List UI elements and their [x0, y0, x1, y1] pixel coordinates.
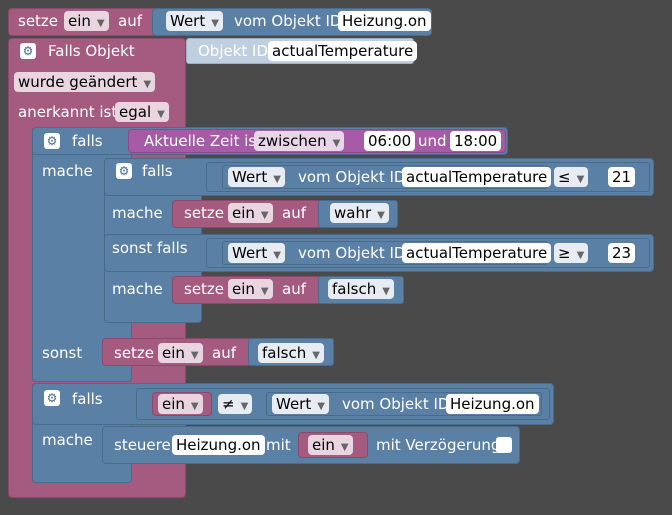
- chevron-down-icon: ▼: [211, 18, 219, 29]
- object-id-field[interactable]: actualTemperature: [402, 243, 552, 263]
- falls-label: falls: [72, 390, 103, 408]
- variable-dropdown[interactable]: ein ▼: [228, 279, 273, 299]
- number-field-23[interactable]: 23: [608, 243, 636, 263]
- chevron-down-icon: ▼: [143, 79, 152, 90]
- sonst-falls-label: sonst falls: [112, 239, 188, 257]
- ack-dropdown[interactable]: egal ▼: [115, 102, 169, 122]
- mit-label: mit: [266, 436, 291, 454]
- sonst-label: sonst: [42, 344, 83, 362]
- mache-label: mache: [42, 162, 93, 180]
- chevron-down-icon: ▼: [273, 174, 281, 185]
- vom-objekt-label: vom Objekt ID: [342, 395, 450, 413]
- und-label: und: [418, 132, 447, 150]
- wert-dropdown[interactable]: Wert ▼: [228, 243, 285, 263]
- time-end-field[interactable]: 18:00: [450, 131, 502, 151]
- chevron-down-icon: ▼: [340, 442, 349, 453]
- chevron-down-icon: ▼: [157, 109, 165, 120]
- gear-icon[interactable]: ⚙: [44, 390, 60, 406]
- chevron-down-icon: ▼: [190, 350, 199, 361]
- falls-label: falls: [142, 162, 173, 180]
- object-id-field[interactable]: Heizung.on: [338, 11, 431, 31]
- chevron-down-icon: ▼: [240, 401, 249, 412]
- mache-label: mache: [42, 431, 93, 449]
- bool-dropdown[interactable]: wahr ▼: [330, 203, 389, 223]
- chevron-down-icon: ▼: [96, 18, 105, 29]
- gear-icon[interactable]: ⚙: [20, 43, 36, 59]
- number-field-21[interactable]: 21: [608, 167, 636, 187]
- between-dropdown[interactable]: zwischen ▼: [254, 131, 345, 151]
- variable-dropdown[interactable]: ein ▼: [228, 203, 273, 223]
- aktuelle-zeit-label: Aktuelle Zeit ist: [144, 132, 263, 150]
- trigger-object-field[interactable]: actualTemperature: [268, 41, 418, 61]
- setze-label: setze: [184, 204, 225, 222]
- auf-label: auf: [118, 12, 142, 30]
- chevron-down-icon: ▼: [332, 138, 341, 149]
- vom-objekt-label: vom Objekt ID: [298, 168, 406, 186]
- operator-dropdown[interactable]: ≤ ▼: [554, 167, 589, 187]
- auf-label: auf: [212, 344, 236, 362]
- variable-dropdown[interactable]: ein ▼: [158, 394, 203, 414]
- object-id-field[interactable]: actualTemperature: [402, 167, 552, 187]
- objekt-id-label: Objekt ID: [198, 42, 269, 60]
- auf-label: auf: [282, 280, 306, 298]
- chevron-down-icon: ▼: [317, 401, 325, 412]
- vom-objekt-label: vom Objekt ID: [298, 244, 406, 262]
- chevron-down-icon: ▼: [260, 286, 269, 297]
- variable-dropdown[interactable]: ein ▼: [308, 435, 353, 455]
- bool-dropdown[interactable]: falsch ▼: [328, 279, 394, 299]
- chevron-down-icon: ▼: [576, 174, 585, 185]
- object-id-field[interactable]: Heizung.on: [446, 394, 539, 414]
- delay-checkbox[interactable]: [496, 437, 512, 453]
- variable-dropdown[interactable]: ein ▼: [64, 11, 109, 31]
- chevron-down-icon: ▼: [377, 210, 385, 221]
- setze-label: setze: [18, 12, 59, 30]
- delay-label: mit Verzögerung: [376, 436, 501, 454]
- falls-objekt-label: Falls Objekt: [48, 42, 135, 60]
- gear-icon[interactable]: ⚙: [116, 163, 132, 179]
- mache-label: mache: [112, 204, 163, 222]
- mache-label: mache: [112, 280, 163, 298]
- wert-dropdown[interactable]: Wert ▼: [272, 394, 329, 414]
- control-object-field[interactable]: Heizung.on: [172, 435, 265, 455]
- operator-dropdown[interactable]: ≥ ▼: [554, 243, 589, 263]
- bool-dropdown[interactable]: falsch ▼: [258, 343, 324, 363]
- chevron-down-icon: ▼: [273, 250, 281, 261]
- anerkannt-label: anerkannt ist: [18, 103, 118, 121]
- changed-dropdown[interactable]: wurde geändert ▼: [14, 72, 156, 92]
- chevron-down-icon: ▼: [190, 401, 199, 412]
- wert-dropdown[interactable]: Wert ▼: [228, 167, 285, 187]
- wert-dropdown[interactable]: Wert ▼: [166, 11, 223, 31]
- chevron-down-icon: ▼: [382, 286, 390, 297]
- chevron-down-icon: ▼: [312, 350, 320, 361]
- setze-label: setze: [184, 280, 225, 298]
- vom-objekt-label: vom Objekt ID: [234, 12, 342, 30]
- auf-label: auf: [282, 204, 306, 222]
- operator-dropdown[interactable]: ≠ ▼: [218, 394, 253, 414]
- gear-icon[interactable]: ⚙: [44, 133, 60, 149]
- steuere-label: steuere: [114, 436, 171, 454]
- setze-label: setze: [114, 344, 155, 362]
- chevron-down-icon: ▼: [576, 250, 585, 261]
- chevron-down-icon: ▼: [260, 210, 269, 221]
- falls-label: falls: [72, 132, 103, 150]
- time-start-field[interactable]: 06:00: [364, 131, 416, 151]
- variable-dropdown[interactable]: ein ▼: [158, 343, 203, 363]
